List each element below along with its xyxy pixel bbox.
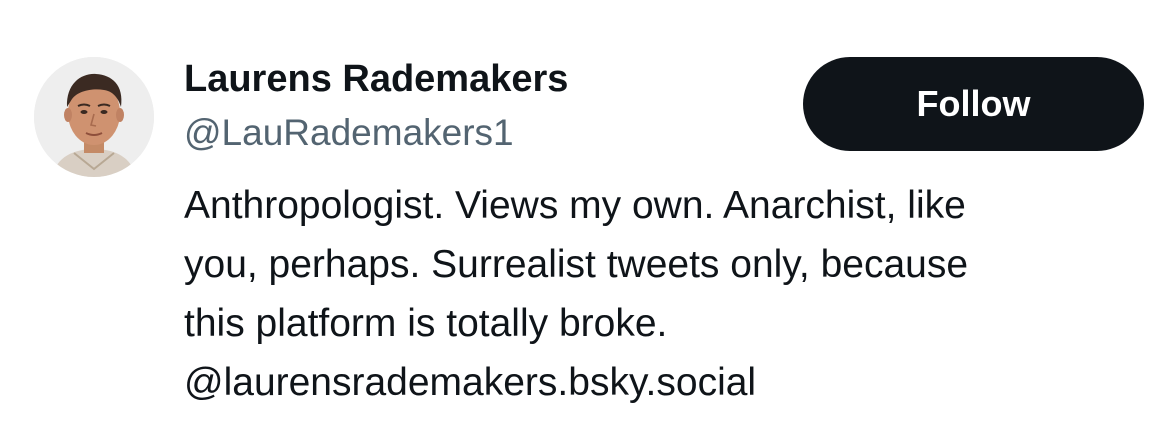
bio-line: this platform is totally broke. — [184, 302, 668, 345]
user-card: Laurens Rademakers @LauRademakers1 Follo… — [0, 0, 1170, 447]
bio-line: you, perhaps. Surrealist tweets only, be… — [184, 243, 969, 286]
bio: Anthropologist. Views my own. Anarchist,… — [184, 176, 1144, 412]
avatar[interactable] — [34, 57, 154, 177]
user-handle[interactable]: @LauRademakers1 — [184, 110, 514, 156]
bio-link-bluesky: @laurensrademakers.bsky.social — [184, 361, 757, 404]
user-avatar-photo-icon — [34, 57, 154, 177]
follow-button[interactable]: Follow — [803, 57, 1144, 151]
bio-line: Anthropologist. Views my own. Anarchist,… — [184, 184, 966, 227]
display-name[interactable]: Laurens Rademakers — [184, 56, 568, 102]
